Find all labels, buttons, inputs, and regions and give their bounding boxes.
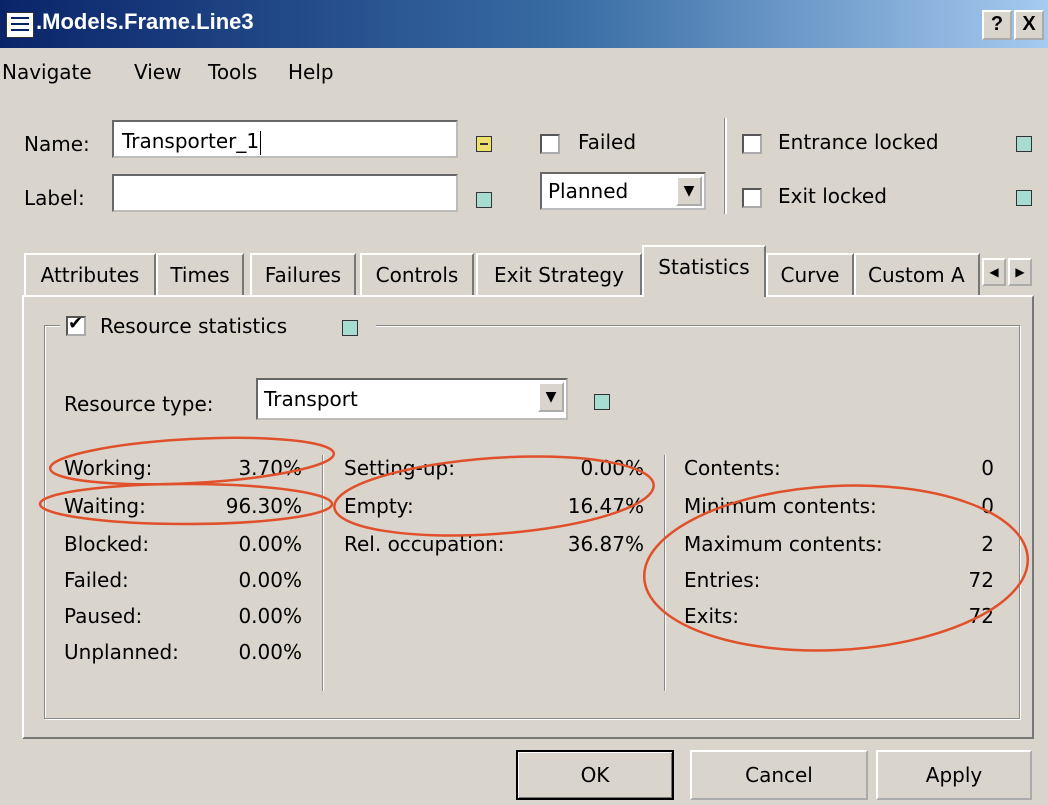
label-label: Label: bbox=[24, 186, 85, 210]
tab-failures[interactable]: Failures bbox=[250, 253, 356, 295]
checkmark-icon: ✔ bbox=[68, 313, 84, 334]
tab-controls[interactable]: Controls bbox=[360, 253, 474, 295]
group-legend: ✔ Resource statistics bbox=[60, 312, 376, 342]
stat-label: Waiting: bbox=[64, 494, 146, 518]
stat-value: 72 bbox=[968, 604, 994, 628]
tab-curve[interactable]: Curve bbox=[766, 253, 854, 295]
stat-label: Entries: bbox=[684, 568, 761, 592]
resource-type-inherit-icon[interactable] bbox=[594, 394, 610, 410]
stat-value: 0 bbox=[981, 494, 994, 518]
stat-value: 0.00% bbox=[238, 532, 302, 556]
resource-type-select[interactable]: Transport ▼ bbox=[256, 378, 568, 420]
failed-checkbox[interactable] bbox=[540, 134, 560, 154]
title-bar: .Models.Frame.Line3 ? X bbox=[0, 0, 1048, 48]
stat-value: 0 bbox=[981, 456, 994, 480]
stat-label: Working: bbox=[64, 456, 153, 480]
stat-value: 16.47% bbox=[567, 494, 644, 518]
entrance-locked-inherit-icon[interactable] bbox=[1016, 136, 1032, 152]
chevron-down-icon[interactable]: ▼ bbox=[676, 176, 702, 206]
stat-label: Paused: bbox=[64, 604, 143, 628]
stat-value: 0.00% bbox=[238, 568, 302, 592]
stat-label: Empty: bbox=[344, 494, 414, 518]
menu-view[interactable]: View bbox=[134, 60, 181, 84]
divider bbox=[724, 118, 727, 214]
stat-value: 36.87% bbox=[567, 532, 644, 556]
text-caret bbox=[260, 130, 262, 155]
tab-times[interactable]: Times bbox=[156, 253, 244, 295]
stat-label: Unplanned: bbox=[64, 640, 179, 664]
entrance-locked-label: Entrance locked bbox=[778, 130, 939, 154]
stat-label: Blocked: bbox=[64, 532, 150, 556]
close-button[interactable]: X bbox=[1014, 10, 1044, 40]
ok-button[interactable]: OK bbox=[516, 750, 674, 800]
exit-locked-label: Exit locked bbox=[778, 184, 887, 208]
menu-tools[interactable]: Tools bbox=[208, 60, 257, 84]
menu-bar: Navigate View Tools Help bbox=[0, 50, 1048, 94]
stat-label: Exits: bbox=[684, 604, 740, 628]
stat-label: Failed: bbox=[64, 568, 129, 592]
stat-value: 0.00% bbox=[580, 456, 644, 480]
planned-select[interactable]: Planned ▼ bbox=[540, 172, 706, 210]
planned-value: Planned bbox=[548, 179, 629, 203]
name-value: Transporter_1 bbox=[122, 129, 260, 153]
stat-label: Maximum contents: bbox=[684, 532, 883, 556]
column-divider bbox=[664, 455, 665, 691]
tab-custom-attributes[interactable]: Custom A bbox=[854, 253, 980, 295]
menu-help[interactable]: Help bbox=[288, 60, 334, 84]
tab-attributes[interactable]: Attributes bbox=[24, 253, 156, 295]
menu-navigate[interactable]: Navigate bbox=[2, 60, 92, 84]
name-label: Name: bbox=[24, 132, 90, 156]
stat-label: Setting-up: bbox=[344, 456, 455, 480]
stat-label: Minimum contents: bbox=[684, 494, 877, 518]
tab-statistics[interactable]: Statistics bbox=[642, 245, 766, 297]
resource-statistics-label: Resource statistics bbox=[100, 314, 288, 338]
column-divider bbox=[322, 455, 323, 691]
name-input[interactable]: Transporter_1 bbox=[112, 120, 458, 158]
help-button[interactable]: ? bbox=[982, 10, 1012, 40]
stat-value: 96.30% bbox=[225, 494, 302, 518]
cancel-button[interactable]: Cancel bbox=[690, 750, 868, 800]
window-title: .Models.Frame.Line3 bbox=[36, 9, 254, 34]
resource-statistics-inherit-icon[interactable] bbox=[342, 320, 358, 336]
stat-value: 72 bbox=[968, 568, 994, 592]
resource-type-label: Resource type: bbox=[64, 392, 214, 416]
label-input[interactable] bbox=[112, 174, 458, 212]
resource-type-value: Transport bbox=[264, 387, 358, 411]
exit-locked-checkbox[interactable] bbox=[742, 188, 762, 208]
resource-statistics-checkbox[interactable]: ✔ bbox=[66, 313, 86, 336]
tab-exit-strategy[interactable]: Exit Strategy bbox=[476, 253, 642, 295]
entrance-locked-checkbox[interactable] bbox=[742, 134, 762, 154]
tab-scroll-left-icon[interactable]: ◀ bbox=[982, 258, 1006, 286]
window-menu-icon[interactable] bbox=[6, 12, 34, 38]
stat-label: Contents: bbox=[684, 456, 781, 480]
name-inherit-icon[interactable] bbox=[476, 136, 492, 152]
stat-value: 0.00% bbox=[238, 640, 302, 664]
stat-label: Rel. occupation: bbox=[344, 532, 505, 556]
chevron-down-icon[interactable]: ▼ bbox=[538, 382, 564, 412]
exit-locked-inherit-icon[interactable] bbox=[1016, 190, 1032, 206]
stat-value: 2 bbox=[981, 532, 994, 556]
stat-value: 3.70% bbox=[238, 456, 302, 480]
label-inherit-icon[interactable] bbox=[476, 192, 492, 208]
stat-value: 0.00% bbox=[238, 604, 302, 628]
failed-label: Failed bbox=[578, 130, 637, 154]
tab-scroll-right-icon[interactable]: ▶ bbox=[1008, 258, 1032, 286]
apply-button[interactable]: Apply bbox=[876, 750, 1032, 800]
